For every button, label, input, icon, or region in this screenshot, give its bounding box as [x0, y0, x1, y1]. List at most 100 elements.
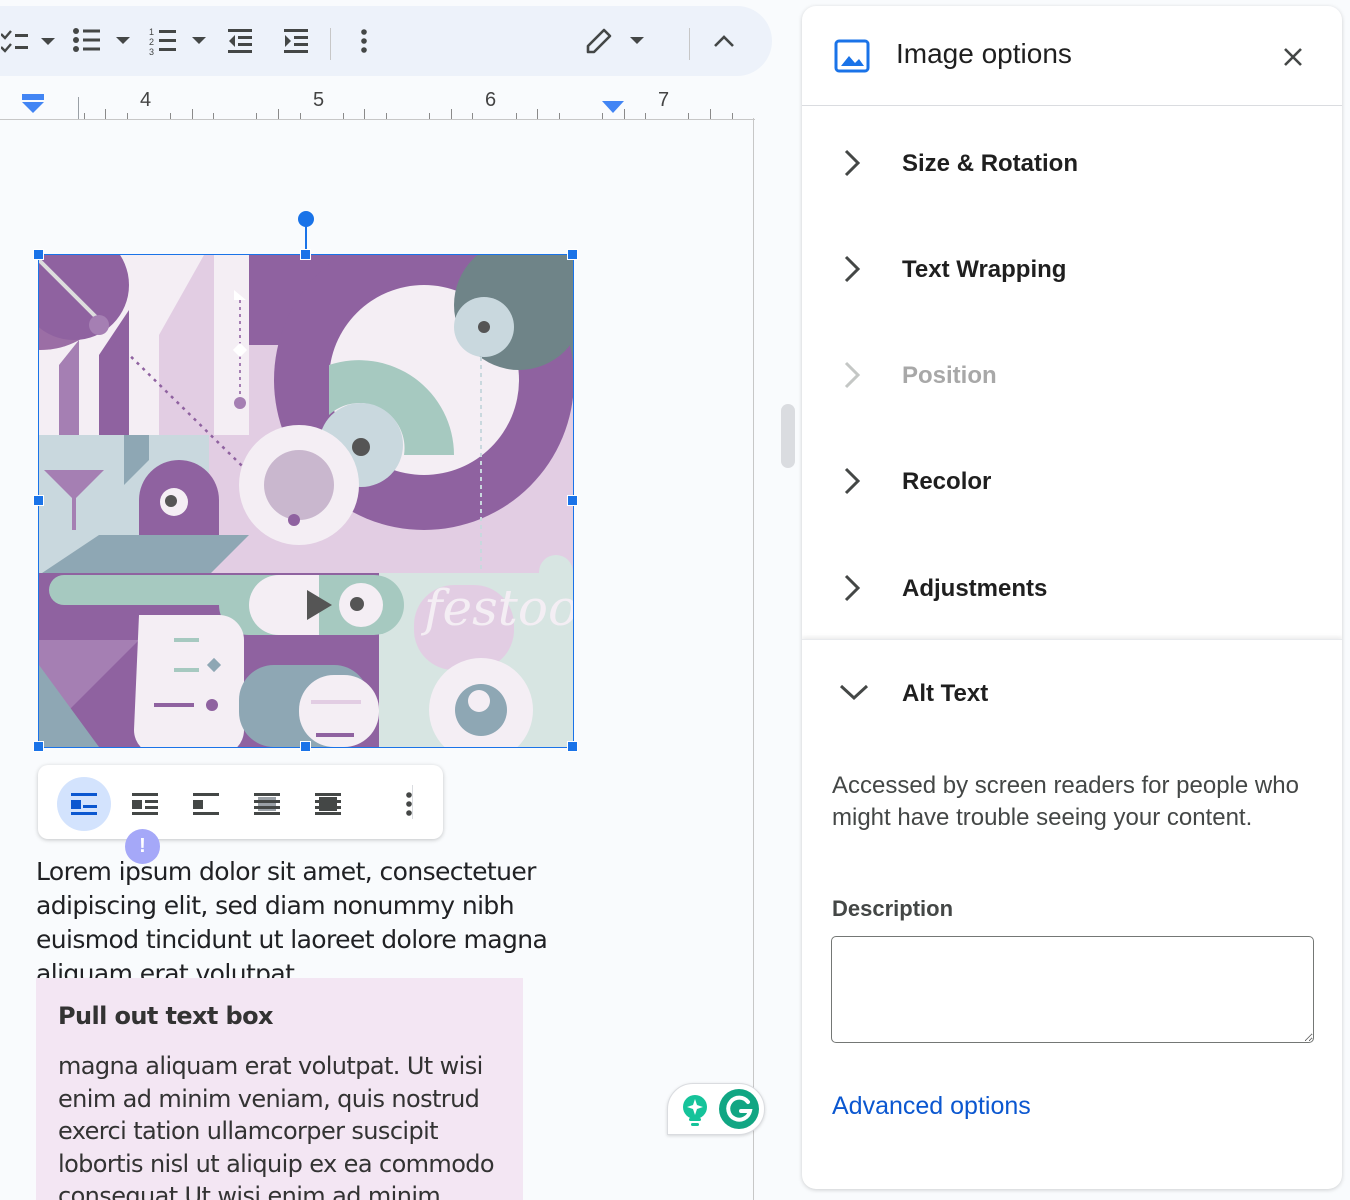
resize-handle-sw[interactable]	[33, 741, 44, 752]
image-icon	[834, 39, 870, 73]
close-icon	[1284, 48, 1302, 66]
ruler-number: 5	[313, 89, 325, 111]
body-paragraph[interactable]: Lorem ipsum dolor sit amet, consectetuer…	[36, 855, 616, 991]
section-text-wrapping[interactable]: Text Wrapping	[802, 216, 1342, 322]
wrap-inline-icon	[71, 793, 97, 815]
ruler[interactable]: 4 5 6 7	[0, 84, 755, 120]
resize-handle-se[interactable]	[567, 741, 578, 752]
edit-pencil-icon	[586, 28, 644, 54]
checklist-button[interactable]	[0, 23, 60, 59]
editing-mode-button[interactable]	[580, 23, 650, 59]
ruler-tick	[126, 113, 128, 119]
chevron-right-icon	[844, 467, 861, 495]
pull-out-body: magna aliquam erat volutpat. Ut wisi eni…	[58, 1052, 495, 1200]
page-edge	[753, 118, 754, 1200]
ruler-tick	[191, 109, 193, 119]
chevron-right-icon	[844, 255, 861, 283]
behind-text-icon	[254, 793, 280, 815]
toolbar-divider	[330, 28, 331, 60]
ruler-tick	[105, 109, 107, 119]
resize-handle-nw[interactable]	[33, 249, 44, 260]
more-vert-icon	[406, 792, 412, 816]
ruler-tick	[515, 113, 517, 119]
image-wordmark: festoon	[420, 579, 573, 637]
ruler-tick	[170, 113, 171, 119]
image-options-panel: Image options Size & Rotation Text Wrapp…	[802, 6, 1342, 1189]
bullet-list-button[interactable]	[72, 23, 134, 59]
document-image[interactable]: festoon	[39, 255, 573, 747]
grammarly-icon[interactable]	[718, 1088, 760, 1130]
pull-out-text-box[interactable]: Pull out text box magna aliquam erat vol…	[36, 978, 523, 1200]
ruler-tick	[731, 113, 733, 119]
resize-handle-n[interactable]	[300, 249, 311, 260]
svg-text:1: 1	[149, 27, 154, 37]
in-front-text-button[interactable]	[301, 777, 355, 831]
chevron-right-icon	[844, 149, 861, 177]
ruler-tick	[602, 113, 603, 119]
break-text-button[interactable]	[179, 777, 233, 831]
numbered-list-button[interactable]: 1 2 3	[148, 23, 210, 59]
ruler-tick	[688, 113, 690, 119]
section-label: Size & Rotation	[902, 150, 1079, 177]
chevron-right-icon	[844, 361, 861, 389]
panel-header: Image options	[802, 6, 1342, 106]
ruler-tick	[450, 109, 452, 119]
ruler-tick	[342, 113, 344, 119]
ruler-tick	[299, 113, 301, 119]
ruler-tick	[472, 113, 474, 119]
advanced-options-link[interactable]: Advanced options	[832, 1092, 1031, 1121]
close-button[interactable]	[1276, 40, 1310, 74]
chevron-up-icon	[714, 35, 734, 47]
left-indent-marker[interactable]	[20, 94, 46, 116]
ruler-tick	[623, 109, 625, 119]
pull-out-title: Pull out text box	[58, 1002, 274, 1030]
lightbulb-icon[interactable]	[678, 1093, 712, 1127]
increase-indent-icon	[284, 29, 308, 53]
ruler-number: 6	[485, 89, 497, 111]
svg-text:2: 2	[149, 37, 154, 47]
ruler-tick	[83, 113, 85, 119]
resize-handle-e[interactable]	[567, 495, 578, 506]
ruler-tick	[429, 113, 431, 119]
behind-text-button[interactable]	[240, 777, 294, 831]
app-root: 1 2 3 4 5 6 7 festo ! Lorem ipsum dolor …	[0, 0, 1350, 1200]
ruler-number: 4	[140, 89, 152, 111]
svg-text:3: 3	[149, 47, 154, 56]
section-label: Recolor	[902, 468, 992, 495]
wrap-inline-button[interactable]	[57, 777, 111, 831]
rotation-handle[interactable]	[298, 211, 314, 227]
section-size-rotation[interactable]: Size & Rotation	[802, 110, 1342, 216]
right-indent-marker[interactable]	[600, 100, 626, 114]
section-label: Text Wrapping	[902, 256, 1067, 283]
chevron-down-icon	[839, 684, 869, 701]
formatting-toolbar: 1 2 3	[0, 6, 772, 76]
ruler-tick	[710, 109, 711, 119]
increase-indent-button[interactable]	[278, 23, 314, 59]
ruler-tick	[256, 113, 258, 119]
wrap-text-button[interactable]	[118, 777, 172, 831]
resize-handle-w[interactable]	[33, 495, 44, 506]
panel-title: Image options	[896, 38, 1072, 69]
chevron-right-icon	[844, 574, 861, 602]
scrollbar-thumb[interactable]	[781, 404, 795, 468]
alt-text-header[interactable]: Alt Text	[802, 640, 1342, 746]
image-wrap-toolbar	[38, 765, 443, 839]
break-text-icon	[193, 793, 219, 815]
ruler-tick	[537, 109, 539, 119]
section-recolor[interactable]: Recolor	[802, 428, 1342, 534]
hide-menus-button[interactable]	[706, 23, 742, 59]
more-options-button[interactable]	[350, 23, 378, 59]
resize-handle-s[interactable]	[300, 741, 311, 752]
decrease-indent-button[interactable]	[222, 23, 258, 59]
wrap-text-icon	[132, 793, 158, 815]
resize-handle-ne[interactable]	[567, 249, 578, 260]
ruler-tick	[213, 113, 215, 119]
image-more-options-button[interactable]	[382, 777, 436, 831]
checklist-icon	[1, 30, 55, 53]
section-adjustments[interactable]: Adjustments	[802, 535, 1342, 641]
alt-text-description: Accessed by screen readers for people wh…	[832, 772, 1299, 831]
description-label: Description	[832, 896, 954, 921]
description-field[interactable]	[831, 936, 1314, 1043]
bullet-list-icon	[73, 28, 130, 52]
decrease-indent-icon	[228, 29, 252, 53]
